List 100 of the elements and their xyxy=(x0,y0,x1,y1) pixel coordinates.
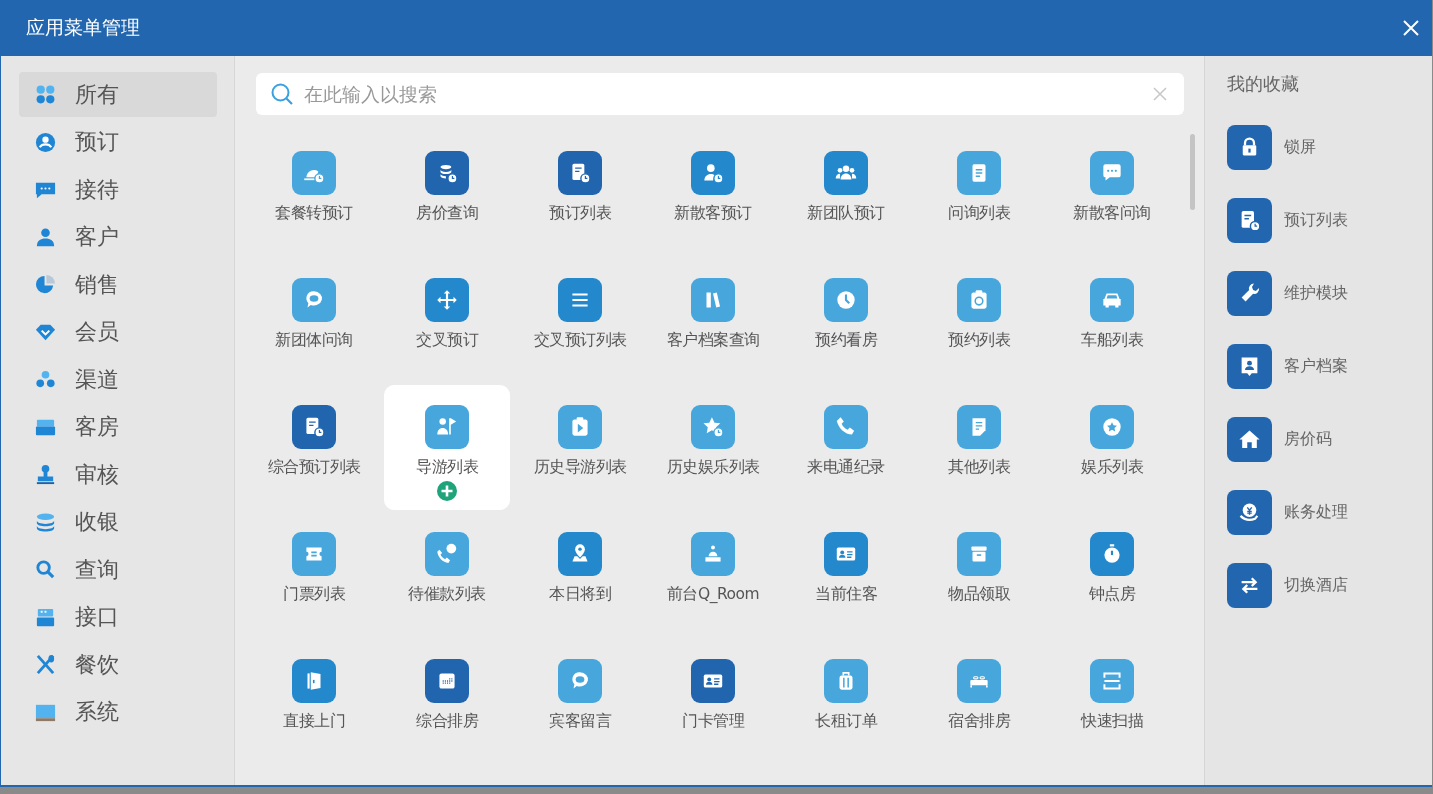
app-tile[interactable]: 新团体问询 xyxy=(251,258,377,383)
app-tile[interactable]: 预约看房 xyxy=(783,258,909,383)
app-label: 导游列表 xyxy=(416,457,478,478)
app-label: 交叉预订 xyxy=(416,330,478,351)
favorite-item[interactable]: 预订列表 xyxy=(1227,198,1432,243)
app-tile[interactable]: 新团队预订 xyxy=(783,131,909,256)
app-label: 套餐转预订 xyxy=(275,203,353,224)
app-tile[interactable]: 快速扫描 xyxy=(1049,639,1175,764)
app-tile[interactable]: 来电通纪录 xyxy=(783,385,909,510)
app-tile[interactable]: 新散客预订 xyxy=(650,131,776,256)
app-tile[interactable]: 综合预订列表 xyxy=(251,385,377,510)
app-tile[interactable]: 历史娱乐列表 xyxy=(650,385,776,510)
clear-icon[interactable] xyxy=(1152,86,1168,102)
app-tile[interactable]: 其他列表 xyxy=(916,385,1042,510)
favorite-item[interactable]: 房价码 xyxy=(1227,417,1432,462)
app-tile[interactable]: 宿舍排房 xyxy=(916,639,1042,764)
search-field[interactable]: 在此输入以搜索 xyxy=(256,73,1184,115)
app-label: 直接上门 xyxy=(283,711,345,732)
app-label: 娱乐列表 xyxy=(1081,457,1143,478)
app-tile[interactable]: 客户档案查询 xyxy=(650,258,776,383)
category-item[interactable]: 审核 xyxy=(19,452,217,497)
app-tile[interactable]: 新散客问询 xyxy=(1049,131,1175,256)
add-icon[interactable] xyxy=(436,480,458,502)
app-tile[interactable]: 门票列表 xyxy=(251,512,377,637)
scrollbar-thumb[interactable] xyxy=(1190,134,1195,210)
app-label: 门卡管理 xyxy=(682,711,744,732)
category-item[interactable]: 餐饮 xyxy=(19,642,217,687)
app-tile[interactable]: 长租订单 xyxy=(783,639,909,764)
app-tile[interactable]: 历史导游列表 xyxy=(517,385,643,510)
app-tile[interactable]: 导游列表 xyxy=(384,385,510,510)
favorite-item[interactable]: 切换酒店 xyxy=(1227,563,1432,608)
category-item[interactable]: 客户 xyxy=(19,214,217,260)
app-label: 新散客预订 xyxy=(674,203,752,224)
app-label: 本日将到 xyxy=(549,584,611,605)
app-label: 综合预订列表 xyxy=(267,457,361,478)
app-tile[interactable]: 预订列表 xyxy=(517,131,643,256)
home-icon xyxy=(1227,417,1272,462)
app-label: 历史娱乐列表 xyxy=(666,457,760,478)
favorite-item[interactable]: 锁屏 xyxy=(1227,125,1432,170)
category-item[interactable]: 接口 xyxy=(19,594,217,640)
person-circle-icon xyxy=(34,130,57,154)
app-tile[interactable]: 综合排房 xyxy=(384,639,510,764)
app-label: 新团体问询 xyxy=(275,330,353,351)
coins-icon xyxy=(34,510,57,534)
app-label: 当前住客 xyxy=(815,584,877,605)
app-tile[interactable]: 预约列表 xyxy=(916,258,1042,383)
app-label: 房价查询 xyxy=(416,203,478,224)
person-icon xyxy=(34,225,57,249)
category-item[interactable]: 所有 xyxy=(19,72,217,117)
category-item[interactable]: 系统 xyxy=(19,689,217,735)
app-label: 待催款列表 xyxy=(408,584,486,605)
app-tile[interactable]: 待催款列表 xyxy=(384,512,510,637)
wrench-icon xyxy=(1227,271,1272,316)
app-tile[interactable]: 前台Q_Room xyxy=(650,512,776,637)
app-label: 来电通纪录 xyxy=(807,457,885,478)
app-label: 预约看房 xyxy=(815,330,877,351)
app-label: 预约列表 xyxy=(948,330,1010,351)
app-tile[interactable]: 宾客留言 xyxy=(517,639,643,764)
category-item[interactable]: 销售 xyxy=(19,262,217,307)
app-tile[interactable]: 物品领取 xyxy=(916,512,1042,637)
app-label: 门票列表 xyxy=(283,584,345,605)
category-item[interactable]: 会员 xyxy=(19,309,217,355)
app-tile[interactable]: 套餐转预订 xyxy=(251,131,377,256)
app-tile[interactable]: 娱乐列表 xyxy=(1049,385,1175,510)
app-tile[interactable]: 钟点房 xyxy=(1049,512,1175,637)
app-tile[interactable]: 当前住客 xyxy=(783,512,909,637)
category-item[interactable]: 查询 xyxy=(19,547,217,592)
favorite-item[interactable]: 客户档案 xyxy=(1227,344,1432,389)
favorite-item[interactable]: 维护模块 xyxy=(1227,271,1432,316)
app-label: 前台Q_Room xyxy=(666,584,760,605)
search-icon xyxy=(34,558,57,581)
app-label: 长租订单 xyxy=(815,711,877,732)
app-tile[interactable]: 问询列表 xyxy=(916,131,1042,256)
app-tile[interactable]: 房价查询 xyxy=(384,131,510,256)
stamp-icon xyxy=(34,463,57,486)
category-item[interactable]: 客房 xyxy=(19,404,217,450)
app-tile[interactable]: 交叉预订 xyxy=(384,258,510,383)
app-tile[interactable]: 车船列表 xyxy=(1049,258,1175,383)
app-label: 宿舍排房 xyxy=(948,711,1010,732)
app-tile[interactable]: 交叉预订列表 xyxy=(517,258,643,383)
app-label: 预订列表 xyxy=(549,203,611,224)
favorite-item[interactable]: 账务处理 xyxy=(1227,490,1432,535)
category-item[interactable]: 预订 xyxy=(19,119,217,165)
category-item[interactable]: 接待 xyxy=(19,167,217,212)
app-label: 综合排房 xyxy=(416,711,478,732)
app-tile[interactable]: 直接上门 xyxy=(251,639,377,764)
app-label: 其他列表 xyxy=(948,457,1010,478)
app-tile[interactable]: 门卡管理 xyxy=(650,639,776,764)
close-icon[interactable] xyxy=(1402,19,1420,37)
category-item[interactable]: 收银 xyxy=(19,499,217,545)
app-label: 历史导游列表 xyxy=(533,457,627,478)
app-label: 物品领取 xyxy=(948,584,1010,605)
app-tile[interactable]: 本日将到 xyxy=(517,512,643,637)
app-label: 新散客问询 xyxy=(1073,203,1151,224)
contact-card-icon xyxy=(1227,344,1272,389)
app-label: 问询列表 xyxy=(948,203,1010,224)
category-item[interactable]: 渠道 xyxy=(19,357,217,402)
app-label: 新团队预订 xyxy=(807,203,885,224)
app-label: 客户档案查询 xyxy=(666,330,760,351)
fork-knife-icon xyxy=(34,653,57,676)
